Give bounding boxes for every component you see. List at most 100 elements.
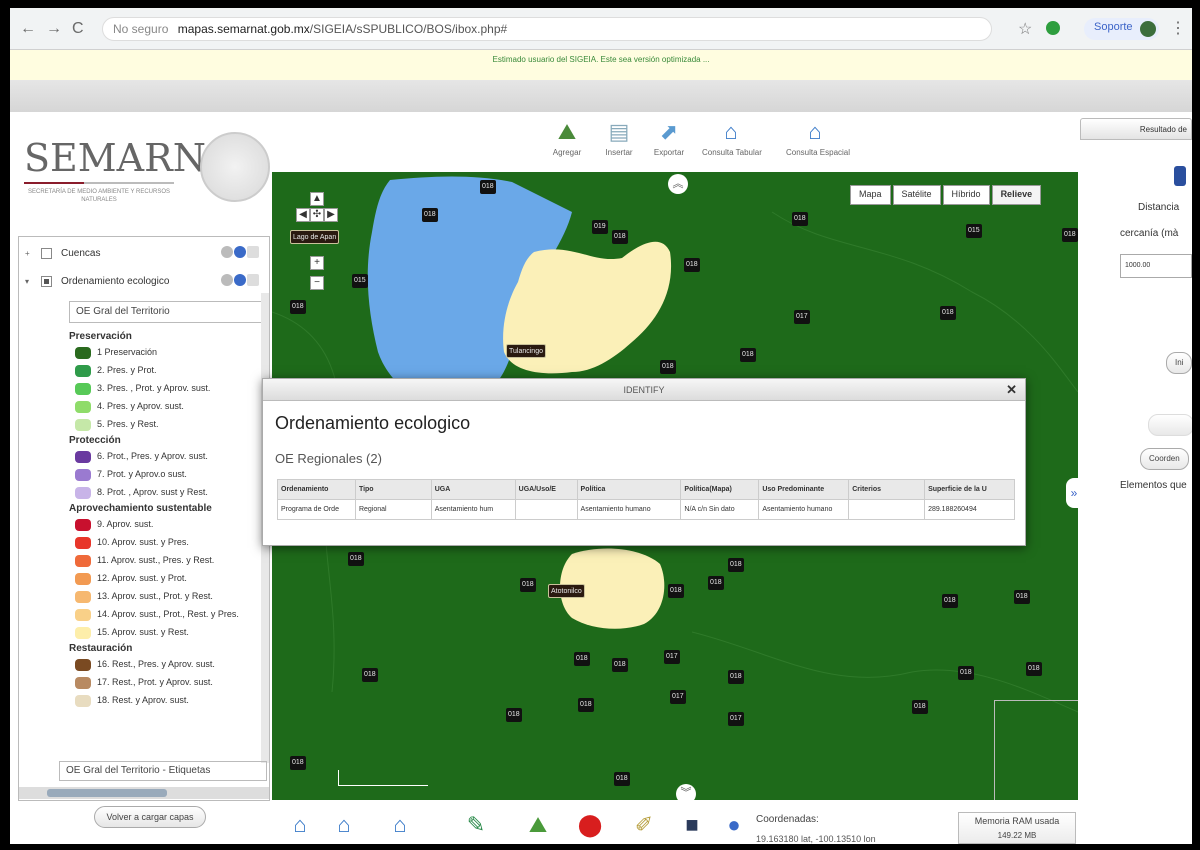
scroll-thumb[interactable]: [47, 789, 167, 797]
legend-label: 14. Aprov. sust., Prot., Rest. y Pres.: [97, 609, 239, 619]
collapse-up-icon[interactable]: ︽: [668, 174, 688, 194]
map-label: 018: [728, 670, 744, 684]
map-label: 018: [792, 212, 808, 226]
layer-controls[interactable]: [221, 246, 263, 262]
measure-icon[interactable]: ✎: [458, 808, 494, 842]
table-cell: N/A c/n Sin dato: [680, 499, 760, 520]
column-header: Política: [576, 479, 682, 500]
distance-input[interactable]: 1000.00: [1120, 254, 1192, 278]
layer-row-ordenamiento[interactable]: ▾ Ordenamiento ecologico: [19, 271, 269, 293]
coordinates-button[interactable]: Coorden: [1140, 448, 1189, 470]
legend-label: 8. Prot. , Aprov. sust y Rest.: [97, 487, 208, 497]
info-icon[interactable]: ●: [716, 808, 752, 842]
place-label: Atotonilco: [548, 584, 585, 598]
map-label: 018: [612, 658, 628, 672]
legend-label: 7. Prot. y Aprov.o sust.: [97, 469, 187, 479]
profile-button[interactable]: Soporte: [1084, 18, 1159, 40]
tabular-query-icon: ⌂: [724, 119, 738, 144]
coordinates-label: Coordenadas:: [756, 814, 819, 825]
url-path: /SIGEIA/sSPUBLICO/BOS/ibox.php#: [309, 22, 508, 36]
logo-rule: [24, 182, 174, 184]
proximity-label: cercanía (mà: [1120, 228, 1179, 239]
legend-label: 17. Rest., Prot. y Aprov. sust.: [97, 677, 213, 687]
print-icon[interactable]: ■: [674, 808, 710, 842]
zoom-in-button[interactable]: +: [310, 256, 324, 270]
layer-controls[interactable]: [221, 274, 263, 290]
add-tool-button[interactable]: ⛰ Agregar: [538, 116, 596, 172]
tabular-query-button[interactable]: ⌂ Consulta Tabular: [702, 116, 762, 172]
legend-swatch: [75, 383, 91, 395]
table-cell: Asentamiento hum: [430, 499, 516, 520]
address-bar[interactable]: No seguro mapas.semarnat.gob.mx/SIGEIA/s…: [102, 17, 992, 41]
query-polygon-icon[interactable]: ⌂: [382, 808, 418, 842]
extension-icon[interactable]: [1046, 21, 1060, 35]
spatial-query-button[interactable]: ⌂ Consulta Espacial: [786, 116, 850, 172]
browser-menu-icon[interactable]: ⋮: [1170, 18, 1186, 38]
expand-icon[interactable]: +: [25, 249, 30, 258]
legend-swatch: [75, 451, 91, 463]
reload-layers-button[interactable]: Volver a cargar capas: [94, 806, 206, 828]
scale-bar: [338, 770, 428, 786]
bookmark-star-icon[interactable]: ☆: [1018, 19, 1032, 39]
layer-name: Cuencas: [61, 248, 101, 259]
legend-swatch: [75, 365, 91, 377]
export-icon: ⬈: [659, 119, 679, 144]
horizontal-scrollbar[interactable]: [19, 787, 269, 799]
layer-checkbox[interactable]: [41, 248, 52, 259]
query-line-icon[interactable]: ⌂: [326, 808, 362, 842]
url-host: mapas.semarnat.gob.mx: [177, 22, 310, 36]
expand-down-icon[interactable]: ︾: [676, 784, 696, 800]
map-label: 015: [966, 224, 982, 238]
map-label: 017: [664, 650, 680, 664]
overview-map[interactable]: [994, 700, 1078, 800]
tool-icon[interactable]: [1174, 166, 1186, 186]
query-point-icon[interactable]: ⌂: [282, 808, 318, 842]
labels-layer-select[interactable]: OE Gral del Territorio - Etiquetas: [59, 761, 267, 781]
map-label: 018: [422, 208, 438, 222]
distance-label: Distancia: [1138, 202, 1180, 213]
map-type-mapa[interactable]: Mapa: [850, 185, 891, 205]
map-type-switcher: Mapa Satélite Híbrido Relieve: [850, 184, 1043, 205]
expand-right-icon[interactable]: »: [1066, 478, 1078, 508]
national-seal-icon: [200, 132, 270, 202]
pan-right-button[interactable]: ▶: [324, 208, 338, 222]
zoom-out-button[interactable]: −: [310, 276, 324, 290]
layer-add-icon[interactable]: ⛰: [520, 808, 556, 842]
table-row[interactable]: Programa de Orde Regional Asentamiento h…: [277, 499, 1015, 520]
identify-table: Ordenamiento Tipo UGA UGA/Uso/E Política…: [277, 479, 1015, 520]
start-button[interactable]: Ini: [1166, 352, 1192, 374]
dialog-subheading: OE Regionales (2): [275, 451, 382, 466]
layer-row-cuencas[interactable]: + Cuencas: [19, 243, 269, 265]
map-label: 018: [728, 558, 744, 572]
legend-swatch: [75, 555, 91, 567]
sublayer-select[interactable]: OE Gral del Territorio: [69, 301, 267, 323]
layer-checkbox[interactable]: [41, 276, 52, 287]
map-label: 018: [1014, 590, 1030, 604]
export-tool-button[interactable]: ⬈ Exportar: [640, 116, 698, 172]
pan-center-button[interactable]: ✣: [310, 208, 324, 222]
layers-panel: + Cuencas ▾ Ordenamiento ecologico OE Gr…: [18, 236, 270, 801]
pan-up-button[interactable]: ▲: [310, 192, 324, 206]
legend-swatch: [75, 677, 91, 689]
map-label: 018: [940, 306, 956, 320]
map-type-satelite[interactable]: Satélite: [892, 185, 941, 205]
marker-icon[interactable]: ⬤: [572, 808, 608, 842]
draw-icon[interactable]: ✐: [626, 808, 662, 842]
collapse-icon[interactable]: ▾: [25, 277, 29, 286]
reload-icon[interactable]: C: [72, 20, 84, 38]
legend-swatch: [75, 609, 91, 621]
back-icon[interactable]: ←: [20, 20, 36, 38]
map-label: 018: [740, 348, 756, 362]
map-label: 018: [1026, 662, 1042, 676]
forward-icon[interactable]: →: [46, 20, 62, 38]
map-label: 018: [612, 230, 628, 244]
map-type-hibrido[interactable]: Híbrido: [942, 185, 990, 205]
pan-left-button[interactable]: ◀: [296, 208, 310, 222]
map-label: 018: [614, 772, 630, 786]
results-tab[interactable]: Resultado de: [1080, 118, 1192, 140]
close-icon[interactable]: ✕: [1006, 382, 1017, 398]
avatar: [1139, 21, 1156, 37]
column-header: UGA: [430, 479, 516, 500]
map-type-relieve[interactable]: Relieve: [991, 185, 1042, 205]
map-label: 015: [352, 274, 368, 288]
